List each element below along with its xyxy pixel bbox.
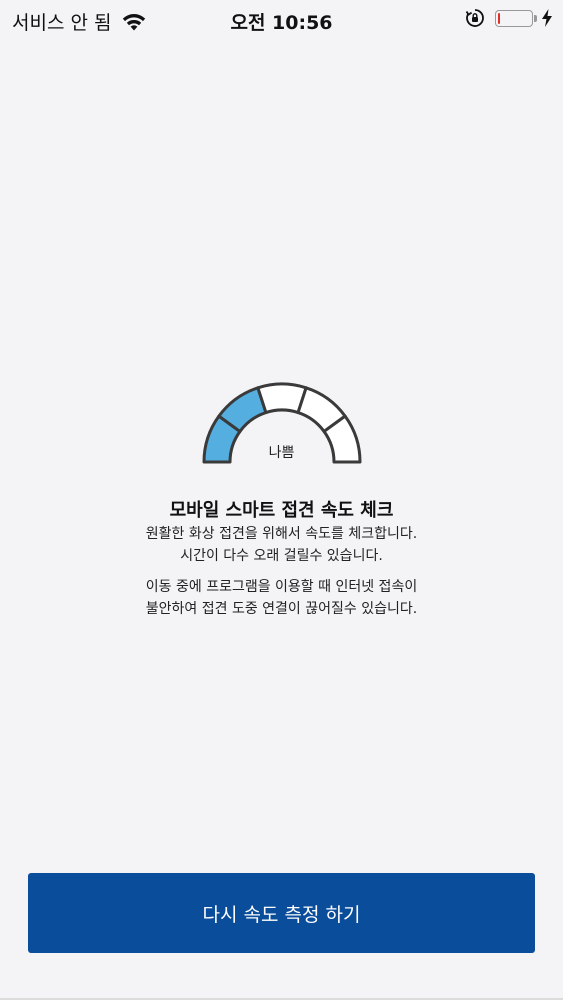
description-line: 시간이 다수 오래 걸릴수 있습니다. — [180, 548, 383, 564]
retest-speed-button-label: 다시 속도 측정 하기 — [202, 903, 361, 926]
page-title: 모바일 스마트 접견 속도 체크 — [169, 500, 394, 521]
description-line: 불안하여 접견 도중 연결이 끊어질수 있습니다. — [145, 601, 418, 617]
orientation-lock-icon — [465, 9, 484, 27]
description-block-1: 원활한 화상 접견을 위해서 속도를 체크합니다. 시간이 다수 오래 걸릴수 … — [0, 523, 563, 567]
description-line: 원활한 화상 접견을 위해서 속도를 체크합니다. — [145, 526, 418, 542]
status-bar: 서비스 안 됨 오전 10:56 — [0, 0, 563, 40]
charging-bolt-icon — [542, 9, 552, 27]
description-line: 이동 중에 프로그램을 이용할 때 인터넷 접속이 — [145, 579, 418, 595]
battery-icon — [495, 9, 537, 27]
description-block-2: 이동 중에 프로그램을 이용할 때 인터넷 접속이 불안하여 접견 도중 연결이… — [0, 576, 563, 620]
retest-speed-button[interactable]: 다시 속도 측정 하기 — [28, 873, 535, 953]
battery-level-fill — [498, 12, 500, 24]
status-right — [465, 8, 553, 28]
gauge-status-label: 나쁨 — [268, 445, 295, 461]
